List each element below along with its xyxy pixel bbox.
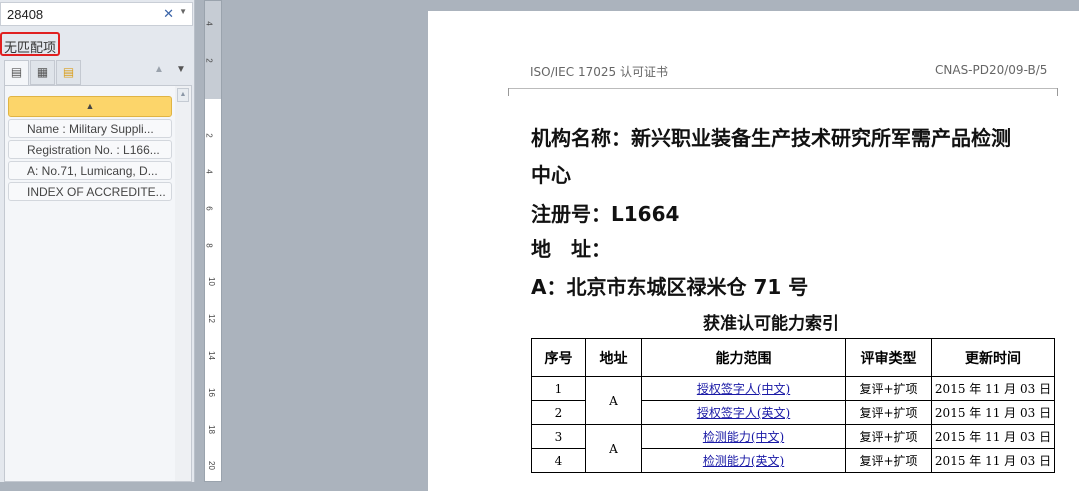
col-header: 能力范围 [641, 338, 846, 377]
ruler-number: 6 [204, 206, 214, 211]
clear-search-icon[interactable]: ✕ [163, 6, 174, 22]
col-header: 评审类型 [845, 338, 932, 377]
scroll-up-icon[interactable]: ▲ [177, 88, 189, 102]
tab-headings[interactable]: ▤ [4, 60, 29, 85]
header-divider [508, 88, 1058, 89]
ruler-number: 20 [206, 461, 216, 470]
ruler-number: 2 [204, 58, 214, 63]
col-header: 更新时间 [931, 338, 1055, 377]
header-left: ISO/IEC 17025 认可证书 [530, 65, 668, 79]
ruler-number: 14 [206, 351, 216, 360]
navigation-pane: 28408 ✕ ▼ 无匹配项 ▤ ▦ ▤ ▲ ▼ ▲ Name : Military… [0, 0, 195, 482]
review-type: 复评+扩项 [845, 376, 932, 401]
headings-icon: ▤ [10, 65, 23, 79]
search-value: 28408 [7, 7, 44, 22]
row-number: 2 [531, 400, 586, 425]
tab-results[interactable]: ▤ [56, 60, 81, 85]
registration-number: 注册号：L1664 [531, 202, 680, 226]
update-date: 2015 年 11 月 03 日 [931, 376, 1055, 401]
update-date: 2015 年 11 月 03 日 [931, 448, 1055, 473]
update-date: 2015 年 11 月 03 日 [931, 400, 1055, 425]
collapse-all-item[interactable]: ▲ [8, 96, 172, 117]
ruler-number: 12 [206, 314, 216, 323]
review-type: 复评+扩项 [845, 448, 932, 473]
table-header-row: 序号 地址 能力范围 评审类型 更新时间 [531, 338, 1055, 377]
ruler-number: 4 [204, 21, 214, 26]
address-label: 地 址： [531, 237, 611, 261]
row-address: A [585, 376, 642, 425]
row-number: 4 [531, 448, 586, 473]
org-name-line2: 中心 [531, 163, 571, 187]
ruler-number: 2 [204, 133, 214, 138]
scope-link[interactable]: 授权签字人(英文) [697, 406, 790, 420]
scope-link[interactable]: 授权签字人(中文) [697, 382, 790, 396]
scope-link[interactable]: 检测能力(中文) [703, 430, 784, 444]
update-date: 2015 年 11 月 03 日 [931, 424, 1055, 449]
list-item[interactable]: A: No.71, Lumicang, D... [8, 161, 172, 180]
margin-mark [508, 88, 509, 96]
row-number: 3 [531, 424, 586, 449]
heading-list: ▲ Name : Military Suppli... Registration… [4, 85, 192, 482]
org-name-line1: 机构名称：新兴职业装备生产技术研究所军需产品检测 [531, 126, 1011, 150]
pages-icon: ▦ [36, 65, 49, 79]
tab-pages[interactable]: ▦ [30, 60, 55, 85]
collapse-icon: ▲ [85, 101, 95, 111]
scope-link[interactable]: 检测能力(英文) [703, 454, 784, 468]
ruler-margin [205, 1, 221, 99]
ruler-number: 8 [204, 243, 214, 248]
ruler-number: 4 [204, 169, 214, 174]
ruler-number: 16 [206, 388, 216, 397]
list-item[interactable]: Registration No. : L166... [8, 140, 172, 159]
row-address: A [585, 424, 642, 473]
list-scrollbar[interactable]: ▲ [175, 86, 191, 481]
address-a: A：北京市东城区禄米仓 71 号 [531, 275, 809, 299]
review-type: 复评+扩项 [845, 400, 932, 425]
table-row: 1 A 授权签字人(中文) 复评+扩项 2015 年 11 月 03 日 [531, 376, 1055, 425]
document-page[interactable]: ISO/IEC 17025 认可证书 CNAS-PD20/09-B/5 机构名称… [428, 11, 1079, 491]
search-input[interactable]: 28408 ✕ ▼ [0, 2, 193, 26]
no-match-label: 无匹配项 [0, 32, 60, 56]
row-number: 1 [531, 376, 586, 401]
table-title: 获准认可能力索引 [703, 314, 839, 334]
results-icon: ▤ [62, 65, 75, 79]
vertical-ruler: 4 2 2 4 6 8 10 12 14 16 18 20 [204, 0, 222, 482]
search-dropdown-icon[interactable]: ▼ [179, 7, 187, 16]
ruler-number: 18 [206, 425, 216, 434]
review-type: 复评+扩项 [845, 424, 932, 449]
previous-result-icon[interactable]: ▲ [154, 64, 164, 75]
margin-mark [1057, 88, 1058, 96]
next-result-icon[interactable]: ▼ [176, 64, 186, 75]
ruler-number: 10 [206, 277, 216, 286]
col-header: 序号 [531, 338, 586, 377]
col-header: 地址 [585, 338, 642, 377]
table-row: 3 A 检测能力(中文) 复评+扩项 2015 年 11 月 03 日 [531, 424, 1055, 473]
header-right: CNAS-PD20/09-B/5 [935, 63, 1048, 77]
list-item[interactable]: INDEX OF ACCREDITE... [8, 182, 172, 201]
list-item[interactable]: Name : Military Suppli... [8, 119, 172, 138]
accreditation-index-table: 序号 地址 能力范围 评审类型 更新时间 1 A 授权签字人(中文) 复评+扩项… [531, 338, 1055, 473]
